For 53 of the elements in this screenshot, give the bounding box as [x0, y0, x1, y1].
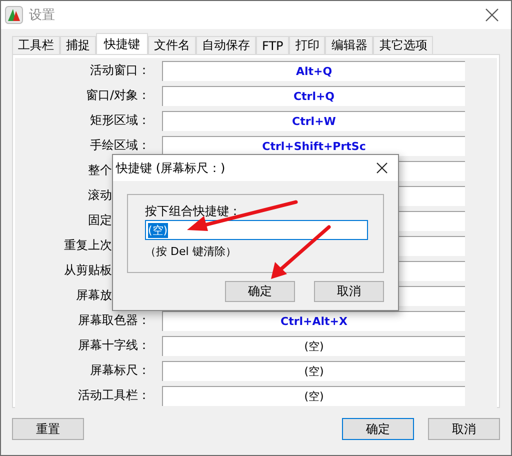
- shortcut-label: 矩形区域：: [89, 112, 150, 129]
- shortcut-label: 屏幕十字线：: [77, 337, 150, 354]
- tab[interactable]: 捕捉: [60, 36, 96, 54]
- cancel-button[interactable]: 取消: [428, 418, 500, 440]
- shortcut-label: 整个: [87, 162, 112, 179]
- tab[interactable]: 文件名: [148, 36, 196, 54]
- shortcut-label: 窗口/对象：: [84, 87, 150, 104]
- shortcut-label: 屏幕放: [75, 287, 112, 304]
- cancel-button[interactable]: 取消: [314, 281, 384, 302]
- shortcut-value: Ctrl+W: [292, 114, 336, 128]
- shortcut-value: Ctrl+Q: [293, 90, 335, 102]
- prompt-label: 按下组合快捷键：: [145, 203, 241, 218]
- shortcut-value: Alt+Q: [296, 64, 332, 78]
- shortcut-input[interactable]: (空): [145, 220, 368, 240]
- shortcut-value: (空): [304, 338, 324, 354]
- input-value: (空): [148, 222, 168, 238]
- shortcut-field[interactable]: Alt+Q: [162, 60, 465, 80]
- close-icon[interactable]: [376, 162, 388, 174]
- shortcut-label: 固定: [87, 212, 112, 229]
- shortcut-label: 手绘区域：: [89, 137, 150, 154]
- shortcut-field[interactable]: (空): [162, 336, 465, 356]
- dialog-title: 快捷键 (屏幕标尺：): [116, 160, 226, 176]
- shortcut-value: (空): [304, 388, 324, 404]
- shortcut-field[interactable]: (空): [162, 360, 465, 380]
- shortcut-value: (空): [304, 364, 324, 378]
- shortcut-label: 活动工具栏：: [77, 387, 150, 404]
- reset-button[interactable]: 重置: [12, 418, 84, 440]
- shortcut-field[interactable]: Ctrl+Shift+PrtSc: [162, 136, 465, 156]
- tab[interactable]: 编辑器: [325, 36, 374, 54]
- shortcut-value: Ctrl+Alt+X: [280, 314, 348, 328]
- shortcut-field[interactable]: Ctrl+Alt+X: [162, 310, 465, 330]
- tab[interactable]: 快捷键: [96, 33, 148, 54]
- window-title: 设置: [29, 7, 56, 24]
- shortcut-label: 屏幕标尺：: [89, 362, 150, 379]
- ok-button[interactable]: 确定: [342, 418, 414, 440]
- close-icon[interactable]: [485, 8, 499, 22]
- ok-button[interactable]: 确定: [225, 281, 295, 302]
- shortcut-label: 活动窗口：: [89, 62, 150, 79]
- tab[interactable]: 其它选项: [373, 36, 434, 54]
- tab[interactable]: 自动保存: [196, 36, 256, 54]
- shortcut-field[interactable]: (空): [162, 386, 465, 406]
- tab[interactable]: FTP: [256, 36, 290, 54]
- shortcut-field[interactable]: Ctrl+Q: [162, 86, 465, 106]
- tab[interactable]: 工具栏: [12, 36, 60, 54]
- tab[interactable]: 打印: [289, 36, 326, 54]
- shortcut-value: Ctrl+Shift+PrtSc: [262, 140, 366, 152]
- app-icon: [5, 6, 23, 24]
- shortcut-label: 滚动: [87, 187, 112, 204]
- hint-text: （按 Del 键清除）: [145, 244, 236, 259]
- shortcut-label: 重复上次: [63, 237, 112, 254]
- shortcut-label: 从剪贴板: [63, 262, 112, 279]
- shortcut-label: 屏幕取色器：: [77, 312, 150, 329]
- shortcut-field[interactable]: Ctrl+W: [162, 110, 465, 130]
